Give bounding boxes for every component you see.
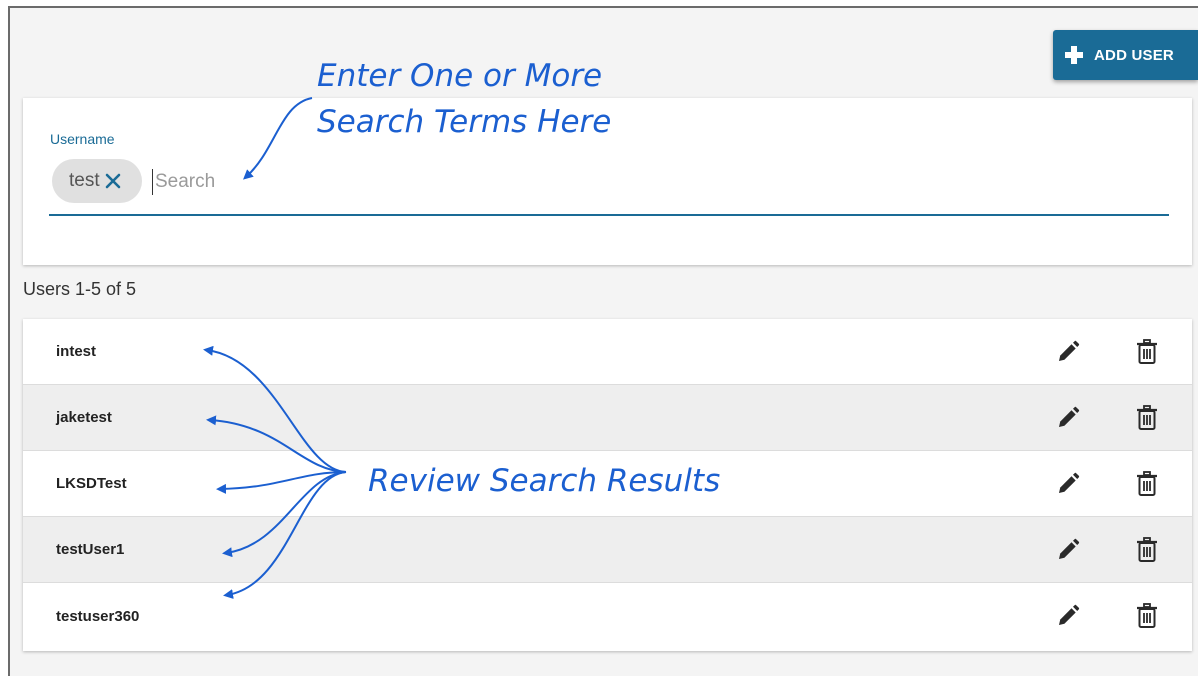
app-window: ADD USER Username test Users 1-5 of 5 in… xyxy=(0,0,1198,676)
annotation-arrow xyxy=(222,471,347,558)
annotation-arrow xyxy=(223,471,347,599)
annotation-arrow xyxy=(203,345,347,473)
annotation-arrows xyxy=(203,97,347,599)
annotation-arrow xyxy=(243,97,313,180)
